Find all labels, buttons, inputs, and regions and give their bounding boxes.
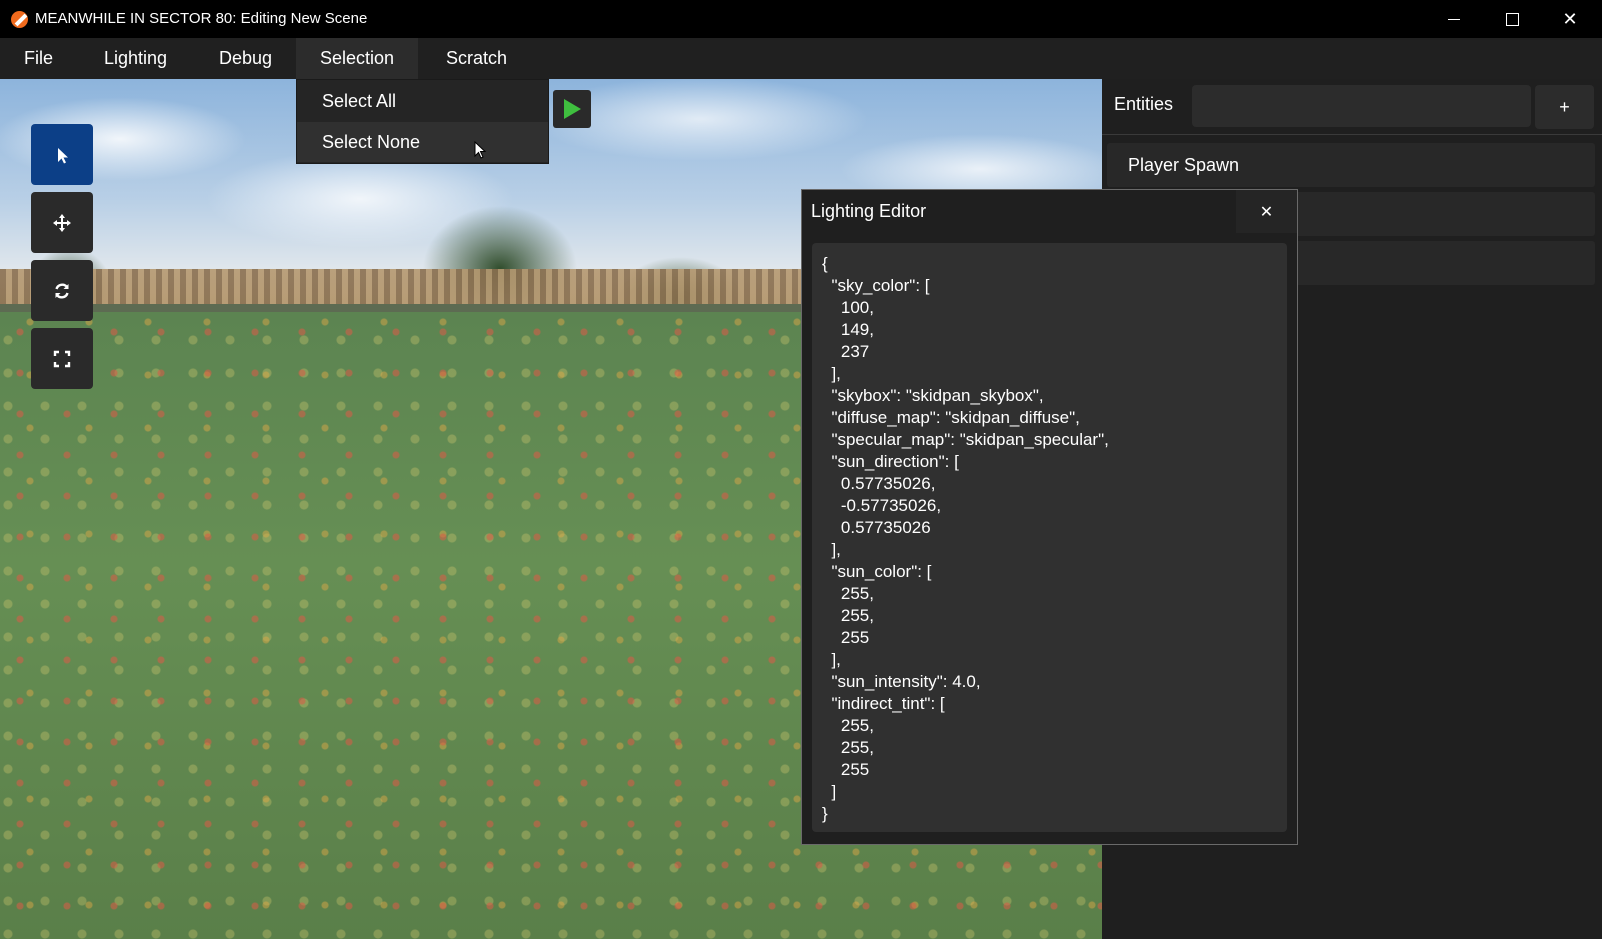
lighting-editor-close-button[interactable]: ✕ [1236,190,1297,233]
maximize-icon [1505,12,1519,26]
scale-icon [53,350,71,367]
window-title: MEANWHILE IN SECTOR 80: Editing New Scen… [35,10,368,27]
minimize-button[interactable] [1425,0,1483,38]
scale-tool-button[interactable] [31,328,93,389]
move-tool-button[interactable] [31,192,93,253]
menu-bar: File Lighting Debug Selection Scratch [0,38,1602,79]
play-button[interactable] [553,90,591,128]
rotate-tool-button[interactable] [31,260,93,321]
entities-label: Entities [1114,94,1174,114]
entity-item-player-spawn[interactable]: Player Spawn [1107,143,1595,187]
panel-divider [1102,134,1602,135]
rotate-icon [55,282,69,299]
menu-file[interactable]: File [0,38,77,79]
lighting-json-editor[interactable]: { "sky_color": [ 100, 149, 237 ], "skybo… [812,243,1287,832]
selection-dropdown-menu: Select All Select None [296,79,549,164]
select-all-menu-item[interactable]: Select All [297,81,548,121]
app-icon [11,11,28,28]
menu-selection[interactable]: Selection [296,38,419,79]
minimize-icon [1448,18,1460,20]
mouse-cursor-icon [474,141,487,159]
select-none-menu-item[interactable]: Select None [297,122,548,162]
lighting-editor-window: Lighting Editor ✕ { "sky_color": [ 100, … [801,189,1298,845]
lighting-editor-title: Lighting Editor [811,201,927,221]
close-icon: ✕ [1259,203,1274,221]
entities-search-input[interactable] [1192,85,1531,127]
menu-lighting[interactable]: Lighting [80,38,191,79]
close-icon: ✕ [1562,8,1578,29]
maximize-button[interactable] [1483,0,1541,38]
select-tool-button[interactable] [31,124,93,185]
menu-debug[interactable]: Debug [195,38,296,79]
add-entity-button[interactable]: + [1535,85,1594,129]
pointer-icon [58,147,68,163]
lighting-editor-header[interactable]: Lighting Editor ✕ [802,190,1297,233]
move-icon [53,213,71,232]
menu-scratch[interactable]: Scratch [422,38,531,79]
close-window-button[interactable]: ✕ [1541,0,1599,38]
play-icon [564,99,581,119]
title-bar: MEANWHILE IN SECTOR 80: Editing New Scen… [0,0,1602,38]
